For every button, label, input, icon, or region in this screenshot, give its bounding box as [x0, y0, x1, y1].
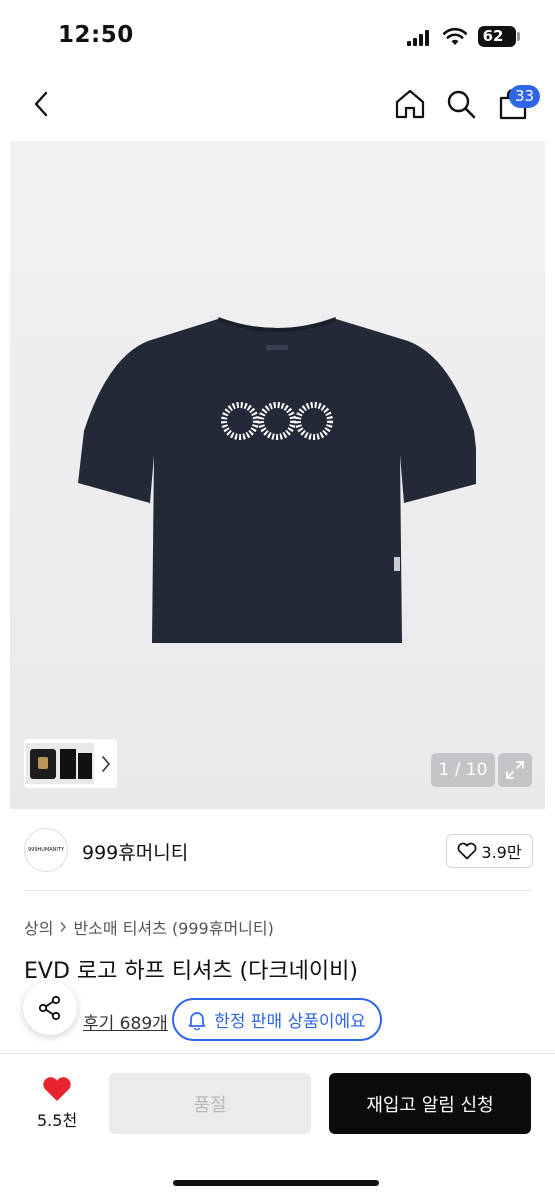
limited-sale-text: 한정 판매 상품이에요 — [214, 1012, 366, 1032]
home-indicator — [173, 1180, 379, 1186]
sold-out-button[interactable]: 품절 — [109, 1073, 311, 1134]
battery-tip — [517, 32, 520, 41]
cart-count-badge: 33 — [509, 85, 540, 108]
brand-like-count: 3.9만 — [481, 843, 522, 862]
battery-icon: 62 — [478, 26, 516, 47]
thumbnail-image[interactable] — [26, 743, 94, 784]
home-button[interactable] — [393, 86, 427, 122]
review-count-link[interactable]: 후기 689개 — [83, 1009, 168, 1034]
wifi-icon — [443, 28, 467, 45]
breadcrumb: 상의 반소매 티셔츠 (999휴머니티) — [24, 915, 274, 939]
search-button[interactable] — [444, 86, 478, 122]
back-button[interactable] — [26, 88, 56, 120]
wish-count: 5.5천 — [37, 1111, 78, 1130]
status-time: 12:50 — [58, 22, 134, 48]
bell-icon — [188, 1011, 206, 1030]
product-image-gallery[interactable] — [10, 141, 545, 809]
restock-alert-button[interactable]: 재입고 알림 신청 — [329, 1073, 531, 1134]
brand-like-button[interactable]: 3.9만 — [446, 834, 533, 868]
divider — [24, 890, 531, 891]
image-counter: 1 / 10 — [431, 753, 495, 787]
breadcrumb-category[interactable]: 상의 — [24, 915, 53, 939]
home-icon — [395, 89, 425, 119]
heart-filled-icon[interactable] — [41, 1075, 73, 1103]
product-title: EVD 로고 하프 티셔츠 (다크네이비) — [24, 959, 358, 984]
heart-outline-icon — [457, 842, 477, 860]
cellular-signal-icon — [407, 30, 431, 46]
chevron-right-icon — [102, 756, 111, 772]
breadcrumb-subcategory[interactable]: 반소매 티셔츠 (999휴머니티) — [73, 915, 273, 939]
battery-level: 62 — [482, 27, 504, 45]
brand-logo[interactable]: 999HUMANITY — [24, 828, 68, 872]
chevron-right-icon — [60, 922, 67, 932]
chevron-left-icon — [34, 91, 48, 117]
share-button[interactable] — [23, 981, 77, 1035]
brand-name[interactable]: 999휴머니티 — [82, 838, 188, 865]
thumbnail-strip[interactable] — [24, 739, 117, 788]
share-icon — [38, 995, 61, 1021]
tshirt-image — [78, 317, 476, 643]
expand-icon — [506, 761, 524, 779]
limited-sale-badge[interactable]: 한정 판매 상품이에요 — [172, 998, 382, 1041]
expand-button[interactable] — [498, 753, 532, 787]
search-icon — [447, 90, 476, 119]
